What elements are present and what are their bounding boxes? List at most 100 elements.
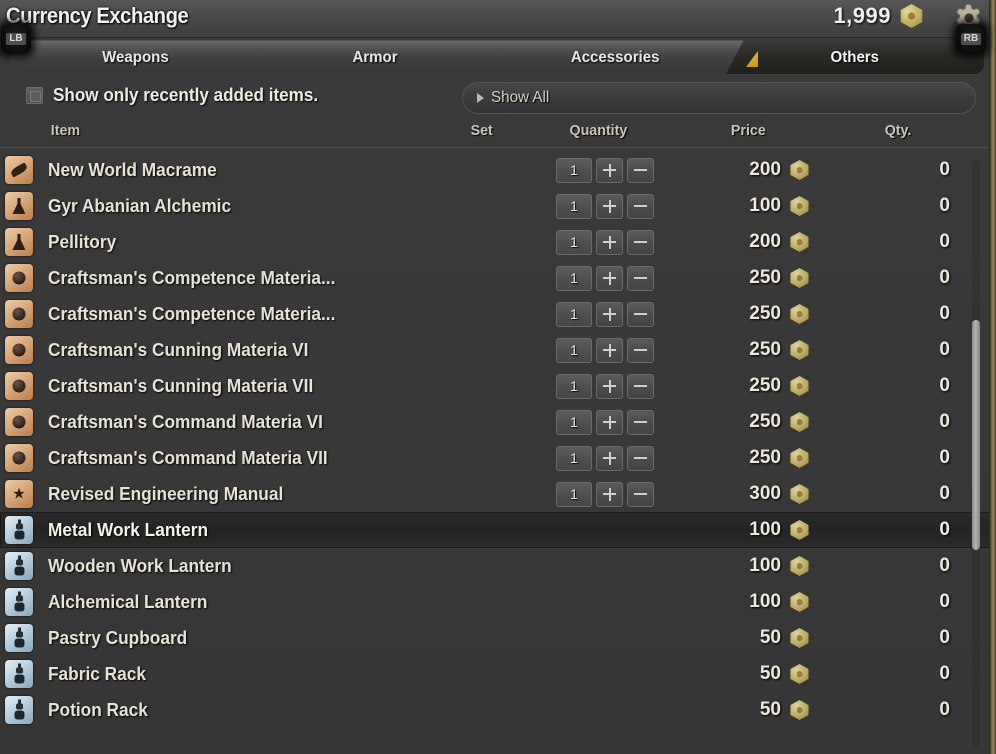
price-cell: 50 <box>700 627 810 649</box>
tab-accessories[interactable]: Accessories <box>486 40 744 74</box>
active-tab-marker-icon <box>746 51 758 67</box>
quantity-decrement-button[interactable] <box>627 301 654 327</box>
quantity-decrement-button[interactable] <box>627 481 654 507</box>
quantity-decrement-button[interactable] <box>627 445 654 471</box>
price-value: 250 <box>749 339 781 360</box>
item-name: Metal Work Lantern <box>48 519 209 540</box>
quantity-stepper[interactable]: 1 <box>556 481 654 507</box>
qty-owned-value: 0 <box>939 483 950 504</box>
quantity-value[interactable]: 1 <box>556 337 592 363</box>
item-name: Revised Engineering Manual <box>48 483 284 504</box>
price-value: 250 <box>749 411 781 432</box>
quantity-increment-button[interactable] <box>596 445 623 471</box>
hexagonal-gold-coin-icon <box>790 448 809 468</box>
quantity-increment-button[interactable] <box>596 337 623 363</box>
quantity-value[interactable]: 1 <box>556 373 592 399</box>
table-row[interactable]: Fabric Rack 50 0 <box>0 656 996 692</box>
recently-added-checkbox-row[interactable]: Show only recently added items. <box>26 85 332 106</box>
table-row[interactable]: Craftsman's Cunning Materia VI 1 250 0 <box>0 332 996 368</box>
quantity-stepper[interactable]: 1 <box>556 229 654 255</box>
quantity-decrement-button[interactable] <box>627 409 654 435</box>
item-name: Craftsman's Competence Materia... <box>48 303 336 324</box>
checkbox-icon[interactable] <box>26 87 43 104</box>
item-name: Alchemical Lantern <box>48 591 208 612</box>
item-name: Craftsman's Command Materia VII <box>48 447 328 468</box>
qty-owned-value: 0 <box>939 339 950 360</box>
tab-others[interactable]: Others <box>726 40 984 74</box>
quantity-increment-button[interactable] <box>596 193 623 219</box>
quantity-value[interactable]: 1 <box>556 193 592 219</box>
materia-orb-icon <box>5 264 33 292</box>
tab-label: Weapons <box>101 48 169 66</box>
show-all-dropdown[interactable]: Show All <box>462 82 976 114</box>
quantity-decrement-button[interactable] <box>627 265 654 291</box>
quantity-decrement-button[interactable] <box>627 193 654 219</box>
lantern-glyph <box>14 699 25 721</box>
quantity-stepper[interactable]: 1 <box>556 265 654 291</box>
price-value: 250 <box>749 375 781 396</box>
quantity-increment-button[interactable] <box>596 229 623 255</box>
vertical-scrollbar-thumb[interactable] <box>972 320 980 550</box>
lantern-glyph <box>14 663 25 685</box>
quantity-decrement-button[interactable] <box>627 337 654 363</box>
quantity-decrement-button[interactable] <box>627 157 654 183</box>
price-cell: 200 <box>700 159 810 181</box>
table-row[interactable]: Wooden Work Lantern 100 0 <box>0 548 996 584</box>
qty-owned-value: 0 <box>939 555 950 576</box>
table-row[interactable]: Potion Rack 50 0 <box>0 692 996 728</box>
table-row[interactable]: Pastry Cupboard 50 0 <box>0 620 996 656</box>
quantity-stepper[interactable]: 1 <box>556 301 654 327</box>
quantity-stepper[interactable]: 1 <box>556 409 654 435</box>
show-all-label: Show All <box>491 89 550 106</box>
hexagonal-gold-coin-icon <box>790 232 809 252</box>
quantity-increment-button[interactable] <box>596 373 623 399</box>
shoulder-button-rb[interactable]: RB <box>956 24 986 54</box>
table-row[interactable]: Craftsman's Cunning Materia VII 1 250 0 <box>0 368 996 404</box>
quantity-stepper[interactable]: 1 <box>556 337 654 363</box>
qty-owned-value: 0 <box>939 195 950 216</box>
quantity-stepper[interactable]: 1 <box>556 157 654 183</box>
price-value: 250 <box>749 303 781 324</box>
materia-orb-glyph <box>12 307 26 321</box>
table-row[interactable]: Craftsman's Command Materia VI 1 250 0 <box>0 404 996 440</box>
shoulder-button-rb-label: RB <box>960 33 982 45</box>
quantity-decrement-button[interactable] <box>627 373 654 399</box>
table-row[interactable]: Metal Work Lantern 100 0 <box>0 512 996 548</box>
table-row[interactable]: Craftsman's Competence Materia... 1 250 0 <box>0 296 996 332</box>
flask-glyph <box>12 198 26 214</box>
quantity-stepper[interactable]: 1 <box>556 373 654 399</box>
table-row[interactable]: Alchemical Lantern 100 0 <box>0 584 996 620</box>
quantity-increment-button[interactable] <box>596 157 623 183</box>
column-header-set: Set <box>470 122 493 139</box>
quantity-value[interactable]: 1 <box>556 445 592 471</box>
quantity-value[interactable]: 1 <box>556 301 592 327</box>
lantern-glyph <box>14 627 25 649</box>
quantity-value[interactable]: 1 <box>556 265 592 291</box>
table-row[interactable]: New World Macrame 1 200 0 <box>0 152 996 188</box>
quantity-value[interactable]: 1 <box>556 229 592 255</box>
table-row[interactable]: Craftsman's Competence Materia... 1 250 0 <box>0 260 996 296</box>
quantity-increment-button[interactable] <box>596 301 623 327</box>
materia-orb-icon <box>5 336 33 364</box>
price-value: 50 <box>759 627 781 648</box>
quantity-stepper[interactable]: 1 <box>556 193 654 219</box>
shoulder-button-lb[interactable]: LB <box>1 24 31 54</box>
quantity-value[interactable]: 1 <box>556 481 592 507</box>
column-header-item: Item <box>50 122 81 139</box>
vertical-scrollbar-track[interactable] <box>972 160 980 746</box>
quantity-stepper[interactable]: 1 <box>556 445 654 471</box>
quantity-increment-button[interactable] <box>596 481 623 507</box>
tab-armor[interactable]: Armor <box>246 40 504 74</box>
table-row[interactable]: Gyr Abanian Alchemic 1 100 0 <box>0 188 996 224</box>
quantity-decrement-button[interactable] <box>627 229 654 255</box>
table-row[interactable]: ★ Revised Engineering Manual 1 300 0 <box>0 476 996 512</box>
table-row[interactable]: Pellitory 1 200 0 <box>0 224 996 260</box>
quantity-increment-button[interactable] <box>596 265 623 291</box>
table-row[interactable]: Craftsman's Command Materia VII 1 250 0 <box>0 440 996 476</box>
price-cell: 250 <box>700 447 810 469</box>
quantity-value[interactable]: 1 <box>556 157 592 183</box>
quantity-value[interactable]: 1 <box>556 409 592 435</box>
price-cell: 200 <box>700 231 810 253</box>
quantity-increment-button[interactable] <box>596 409 623 435</box>
tab-weapons[interactable]: Weapons <box>6 40 264 74</box>
